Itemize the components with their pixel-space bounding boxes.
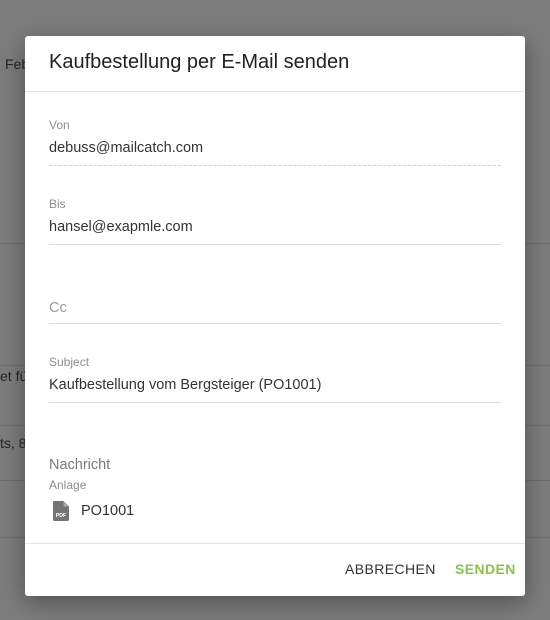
- dialog-footer: ABBRECHEN SENDEN: [25, 543, 525, 597]
- to-underline: [49, 244, 501, 245]
- background-text-fragment: ts, 8: [0, 435, 27, 451]
- to-field[interactable]: Bis hansel@exapmle.com: [49, 197, 501, 247]
- attachment-label: Anlage: [49, 478, 87, 492]
- subject-label: Subject: [49, 355, 90, 369]
- dialog-header: Kaufbestellung per E-Mail senden: [25, 36, 525, 92]
- message-label: Nachricht: [49, 457, 111, 473]
- cc-field[interactable]: Cc: [49, 298, 501, 328]
- cc-input[interactable]: Cc: [49, 300, 67, 316]
- email-dialog: Kaufbestellung per E-Mail senden Von deb…: [25, 36, 525, 596]
- from-value: debuss@mailcatch.com: [49, 140, 204, 156]
- from-label: Von: [49, 118, 70, 132]
- pdf-icon-text: PDF: [56, 513, 66, 519]
- subject-underline: [49, 402, 501, 403]
- attachment-item[interactable]: PDF PO1001: [49, 500, 249, 524]
- from-field: Von debuss@mailcatch.com: [49, 118, 501, 168]
- cc-underline: [49, 323, 501, 324]
- send-button[interactable]: SENDEN: [455, 561, 516, 577]
- cancel-button[interactable]: ABBRECHEN: [345, 561, 436, 577]
- to-label: Bis: [49, 197, 66, 211]
- attachment-name[interactable]: PO1001: [81, 503, 134, 519]
- background-text-fragment: et fü: [0, 368, 28, 384]
- pdf-file-icon: PDF: [53, 501, 69, 521]
- to-input[interactable]: hansel@exapmle.com: [49, 219, 193, 235]
- from-underline: [49, 165, 501, 166]
- subject-field[interactable]: Subject Kaufbestellung vom Bergsteiger (…: [49, 355, 501, 405]
- subject-input[interactable]: Kaufbestellung vom Bergsteiger (PO1001): [49, 377, 321, 393]
- dialog-title: Kaufbestellung per E-Mail senden: [49, 51, 350, 73]
